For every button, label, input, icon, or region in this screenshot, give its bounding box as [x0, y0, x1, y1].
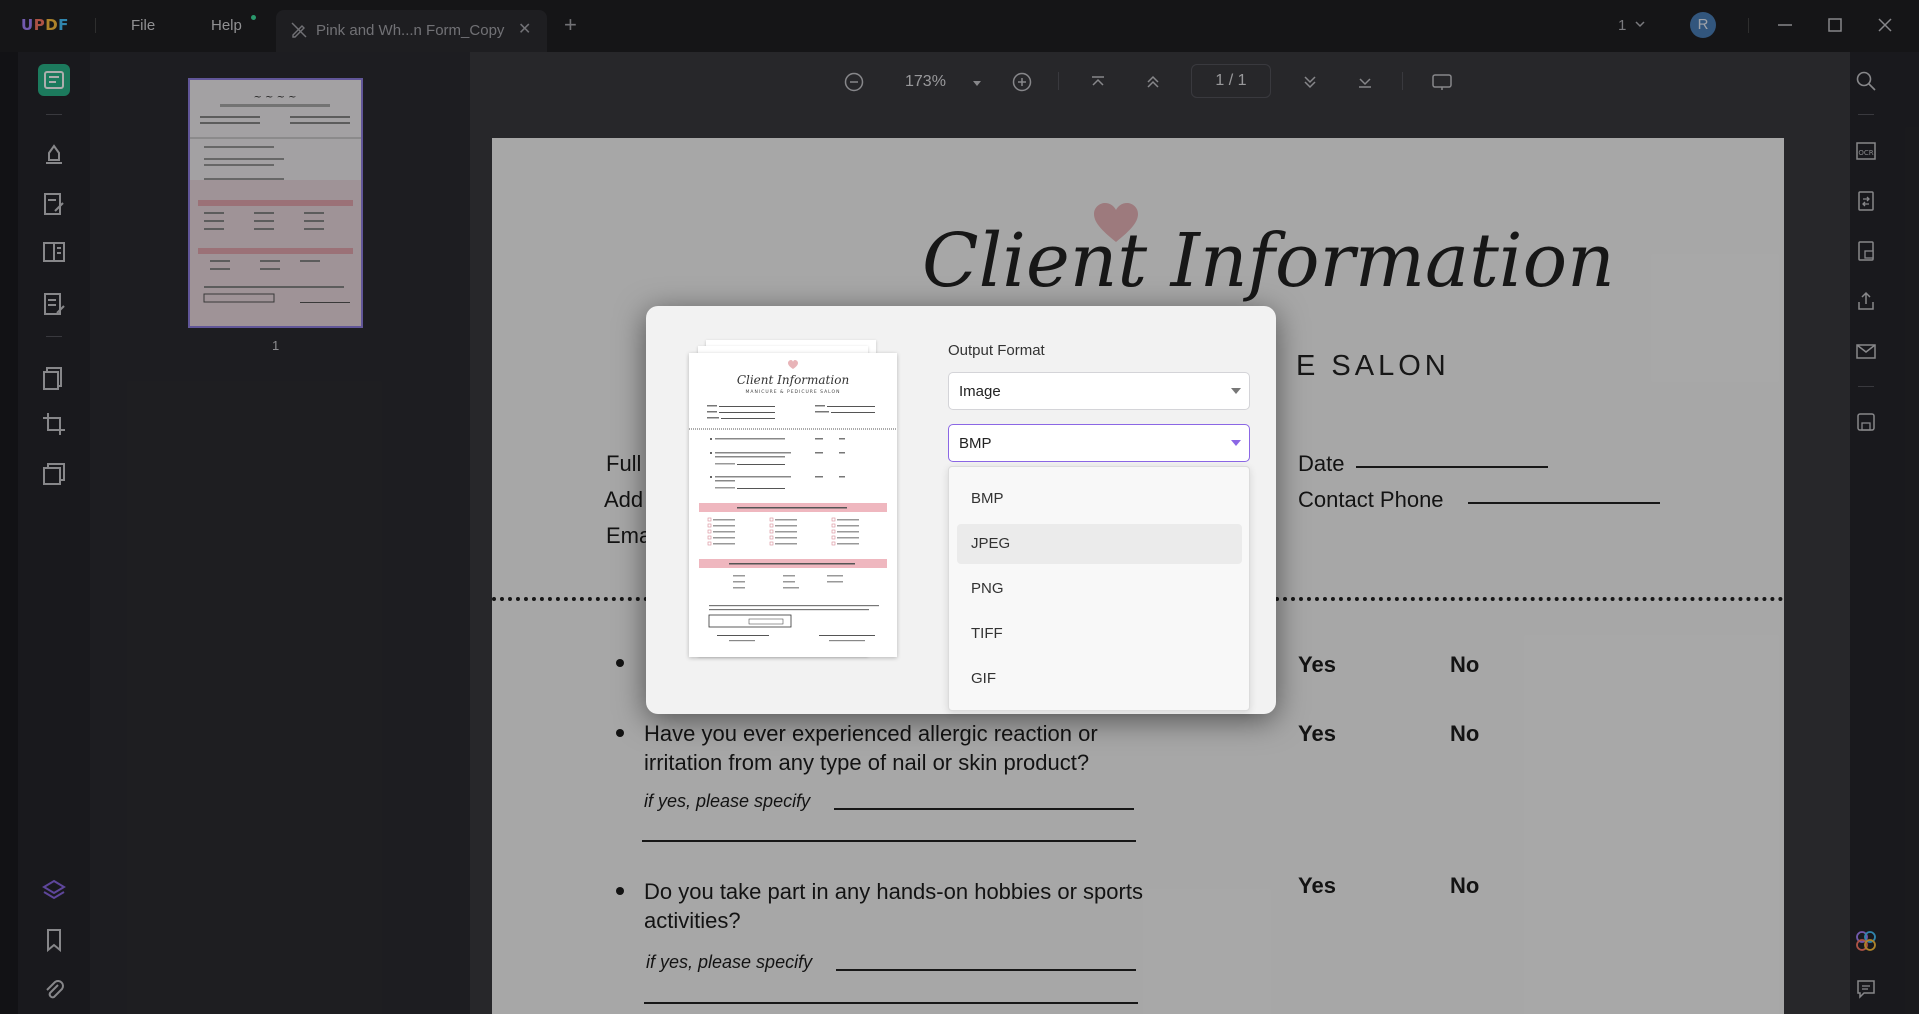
- image-type-select[interactable]: BMP: [948, 424, 1250, 462]
- image-type-dropdown-menu: BMP JPEG PNG TIFF GIF: [948, 466, 1250, 711]
- export-preview: Client Information MANICURE & PEDICURE S…: [689, 353, 897, 657]
- output-format-label: Output Format: [948, 342, 1045, 359]
- preview-page-art: Client Information MANICURE & PEDICURE S…: [689, 360, 897, 642]
- output-format-select[interactable]: Image: [948, 372, 1250, 410]
- preview-subtitle: MANICURE & PEDICURE SALON: [746, 389, 841, 395]
- image-type-value: BMP: [959, 435, 992, 452]
- option-png[interactable]: PNG: [957, 569, 1242, 609]
- option-jpeg[interactable]: JPEG: [957, 524, 1242, 564]
- output-format-value: Image: [959, 383, 1001, 400]
- option-bmp[interactable]: BMP: [957, 479, 1242, 519]
- preview-title: Client Information: [737, 373, 849, 387]
- export-dialog: Client Information MANICURE & PEDICURE S…: [646, 306, 1276, 714]
- dropdown-arrow-icon: [1231, 388, 1241, 394]
- option-gif[interactable]: GIF: [957, 659, 1242, 699]
- option-tiff[interactable]: TIFF: [957, 614, 1242, 654]
- dropdown-arrow-icon: [1231, 440, 1241, 446]
